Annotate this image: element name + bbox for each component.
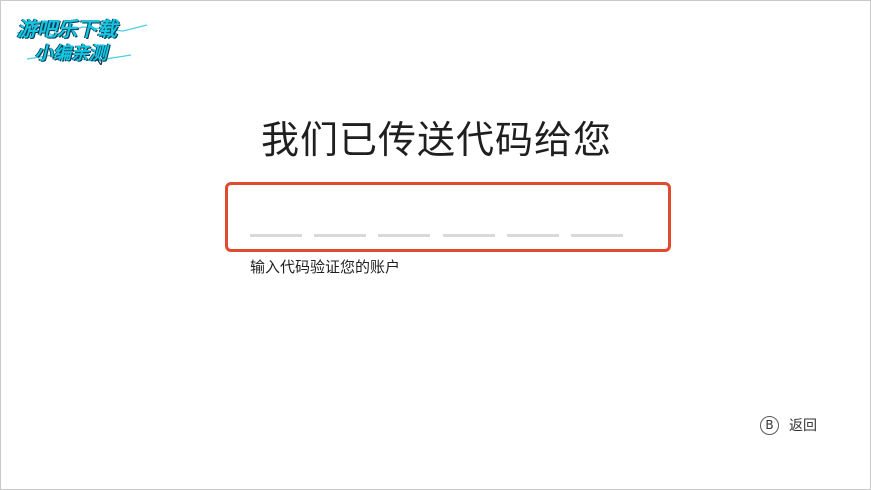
verification-code-input[interactable] [225,182,671,252]
back-button[interactable]: B 返回 [760,414,817,436]
app-window: 游吧乐下载 小编亲测 我们已传送代码给您 输入代码验证您的账户 B 返回 [0,0,871,490]
page-title: 我们已传送代码给您 [260,118,612,162]
code-digit-slot-6[interactable] [571,234,623,237]
code-digit-slot-2[interactable] [314,234,366,237]
code-digit-slot-3[interactable] [378,234,430,237]
watermark-line-2: 小编亲测 [35,43,107,64]
watermark-logo: 游吧乐下载 小编亲测 [11,9,151,65]
back-label: 返回 [789,418,817,434]
verification-hint: 输入代码验证您的账户 [250,258,401,276]
code-digit-slot-5[interactable] [507,234,559,237]
code-digit-slot-4[interactable] [443,234,495,237]
b-button-icon: B [760,415,779,435]
code-digit-slot-1[interactable] [250,234,302,237]
watermark-line-1: 游吧乐下载 [17,17,117,41]
